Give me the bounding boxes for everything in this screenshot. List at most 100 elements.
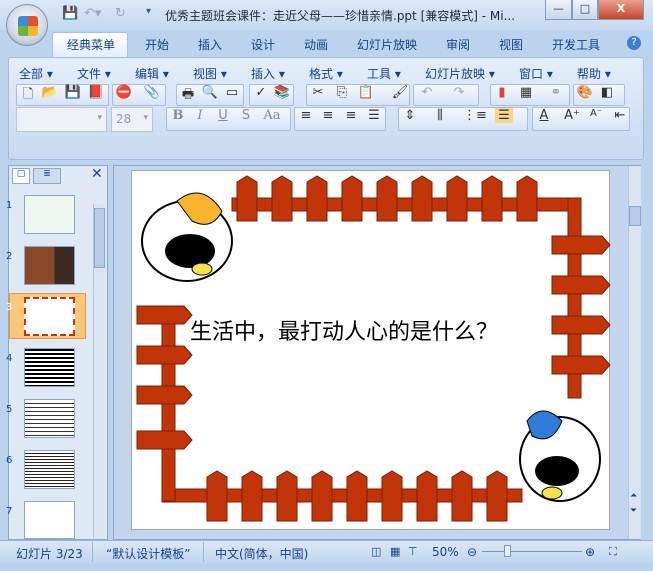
numbering-icon[interactable]: ⋮≡: [463, 108, 487, 123]
print-icon[interactable]: 🖶: [179, 85, 197, 107]
align-right-icon[interactable]: ≡: [342, 108, 360, 123]
shrink-font-icon[interactable]: A⁻: [587, 108, 605, 119]
font-size-select[interactable]: 28 ▾: [111, 107, 153, 132]
template-name[interactable]: “默认设计模板”: [106, 545, 190, 562]
language-indicator[interactable]: 中文(简体，中国): [215, 545, 308, 562]
menu-format[interactable]: 格式 ▾: [309, 65, 343, 82]
menu-all[interactable]: 全部 ▾: [19, 65, 53, 82]
cow-bottom-right-icon: [519, 410, 601, 502]
tab-design[interactable]: 设计: [251, 36, 275, 53]
slide-thumbnail-2[interactable]: [24, 246, 75, 285]
paste-icon[interactable]: 📋: [357, 85, 375, 100]
tab-animation[interactable]: 动画: [304, 36, 328, 53]
prev-slide-icon[interactable]: ⏶: [630, 491, 637, 501]
minimize-button[interactable]: —: [545, 0, 572, 20]
tab-view[interactable]: 视图: [499, 36, 523, 53]
tab-classic-menu[interactable]: 经典菜单: [67, 36, 115, 53]
menu-edit[interactable]: 编辑 ▾: [135, 65, 169, 82]
copy-icon[interactable]: ⎘: [333, 85, 351, 100]
slide-thumbnail-5[interactable]: [24, 399, 75, 438]
clipboard-toolbar: ✂ ⎘ 📋 🖌: [306, 84, 410, 106]
tab-developer[interactable]: 开发工具: [552, 36, 600, 53]
bold-button[interactable]: B: [169, 108, 187, 123]
normal-view-icon[interactable]: ◫: [371, 545, 381, 558]
save-icon[interactable]: 💾: [62, 6, 78, 21]
columns-icon[interactable]: ⫼: [431, 108, 449, 123]
tab-home[interactable]: 开始: [145, 36, 169, 53]
customize-qat-icon[interactable]: ▾: [146, 6, 151, 17]
change-case-button[interactable]: Aa: [260, 108, 284, 123]
save-icon[interactable]: 💾: [64, 85, 82, 100]
undo-icon[interactable]: ↶: [418, 85, 436, 100]
office-logo-icon: [18, 16, 38, 36]
zoom-slider-thumb[interactable]: [504, 545, 511, 557]
slides-tab[interactable]: ▢: [12, 168, 30, 184]
undo-icon[interactable]: ↶▾: [84, 6, 101, 21]
justify-icon[interactable]: ☰: [365, 108, 383, 123]
cut-icon[interactable]: ✂: [309, 85, 327, 100]
new-icon[interactable]: 🗋: [19, 85, 37, 107]
slide-thumbnail-7[interactable]: [24, 501, 75, 539]
tab-review[interactable]: 审阅: [446, 36, 470, 53]
attach-icon[interactable]: 📎: [143, 85, 161, 100]
permission-icon[interactable]: ⛔: [115, 85, 133, 100]
close-button[interactable]: X: [598, 0, 644, 20]
menu-slideshow[interactable]: 幻灯片放映 ▾: [425, 65, 495, 82]
zoom-slider[interactable]: [482, 551, 582, 552]
font-format-toolbar: B I U S Aa: [166, 107, 291, 131]
redo-icon[interactable]: ↷: [450, 85, 468, 100]
align-center-icon[interactable]: ≡: [319, 108, 337, 123]
slideshow-view-icon[interactable]: ⊤: [408, 545, 418, 558]
font-color-icon[interactable]: A: [535, 108, 553, 123]
hyperlink-icon[interactable]: ⚭: [547, 85, 565, 100]
tab-slideshow[interactable]: 幻灯片放映: [357, 36, 417, 53]
office-button[interactable]: [6, 4, 48, 46]
menu-view[interactable]: 视图 ▾: [193, 65, 227, 82]
menu-insert[interactable]: 插入 ▾: [251, 65, 285, 82]
color-scheme-icon[interactable]: 🎨: [576, 85, 594, 100]
tab-insert[interactable]: 插入: [198, 36, 222, 53]
fit-to-window-icon[interactable]: ⛶: [609, 545, 617, 559]
research-icon[interactable]: 📚: [273, 85, 291, 100]
align-left-icon[interactable]: ≡: [297, 108, 315, 123]
italic-button[interactable]: I: [191, 108, 209, 123]
slide-thumbnail-1[interactable]: [24, 195, 75, 234]
color-toolbar: 🎨 ◧: [573, 84, 625, 106]
panel-scrollbar[interactable]: [93, 204, 105, 538]
menu-file[interactable]: 文件 ▾: [77, 65, 111, 82]
redo-icon[interactable]: ↻: [115, 6, 126, 21]
slide-thumbnail-6[interactable]: [24, 450, 75, 489]
next-slide-icon[interactable]: ⏷: [630, 506, 637, 516]
table-icon[interactable]: ▦: [517, 85, 535, 100]
slide-sorter-icon[interactable]: ▦: [390, 545, 400, 558]
publish-icon[interactable]: 📕: [87, 85, 105, 100]
menu-help[interactable]: 帮助 ▾: [577, 65, 611, 82]
spell-check-icon[interactable]: ✓: [252, 85, 270, 100]
format-painter-icon[interactable]: 🖌: [391, 85, 409, 100]
menu-tools[interactable]: 工具 ▾: [367, 65, 401, 82]
menu-window[interactable]: 窗口 ▾: [519, 65, 553, 82]
font-name-select[interactable]: ▾: [16, 107, 107, 132]
frame-icon[interactable]: ▭: [223, 85, 241, 100]
underline-button[interactable]: U: [214, 108, 232, 123]
open-icon[interactable]: 📂: [41, 85, 59, 100]
grow-font-icon[interactable]: A⁺: [563, 108, 581, 123]
grayscale-icon[interactable]: ◧: [598, 85, 616, 100]
slide-text[interactable]: 生活中，最打动人心的是什么？: [190, 314, 498, 346]
print-preview-icon[interactable]: 🔍: [201, 85, 219, 100]
maximize-button[interactable]: □: [572, 0, 598, 20]
close-panel-icon[interactable]: ✕: [91, 166, 103, 182]
vertical-scrollbar[interactable]: ⏶ ⏷: [628, 166, 641, 539]
slide-thumbnail-3[interactable]: [24, 297, 75, 336]
line-spacing-icon[interactable]: ⇕: [401, 108, 419, 123]
zoom-out-button[interactable]: ⊖: [467, 545, 477, 559]
decrease-indent-icon[interactable]: ⇤: [611, 108, 629, 123]
shadow-button[interactable]: S: [237, 108, 255, 123]
bullets-icon[interactable]: ☰: [495, 108, 513, 123]
outline-tab[interactable]: ≣: [33, 168, 61, 184]
chart-icon[interactable]: ▮: [493, 85, 511, 100]
slide-thumbnail-4[interactable]: [24, 348, 75, 387]
help-icon[interactable]: ?: [627, 36, 641, 50]
zoom-level[interactable]: 50%: [432, 545, 459, 559]
zoom-in-button[interactable]: ⊕: [585, 545, 595, 559]
